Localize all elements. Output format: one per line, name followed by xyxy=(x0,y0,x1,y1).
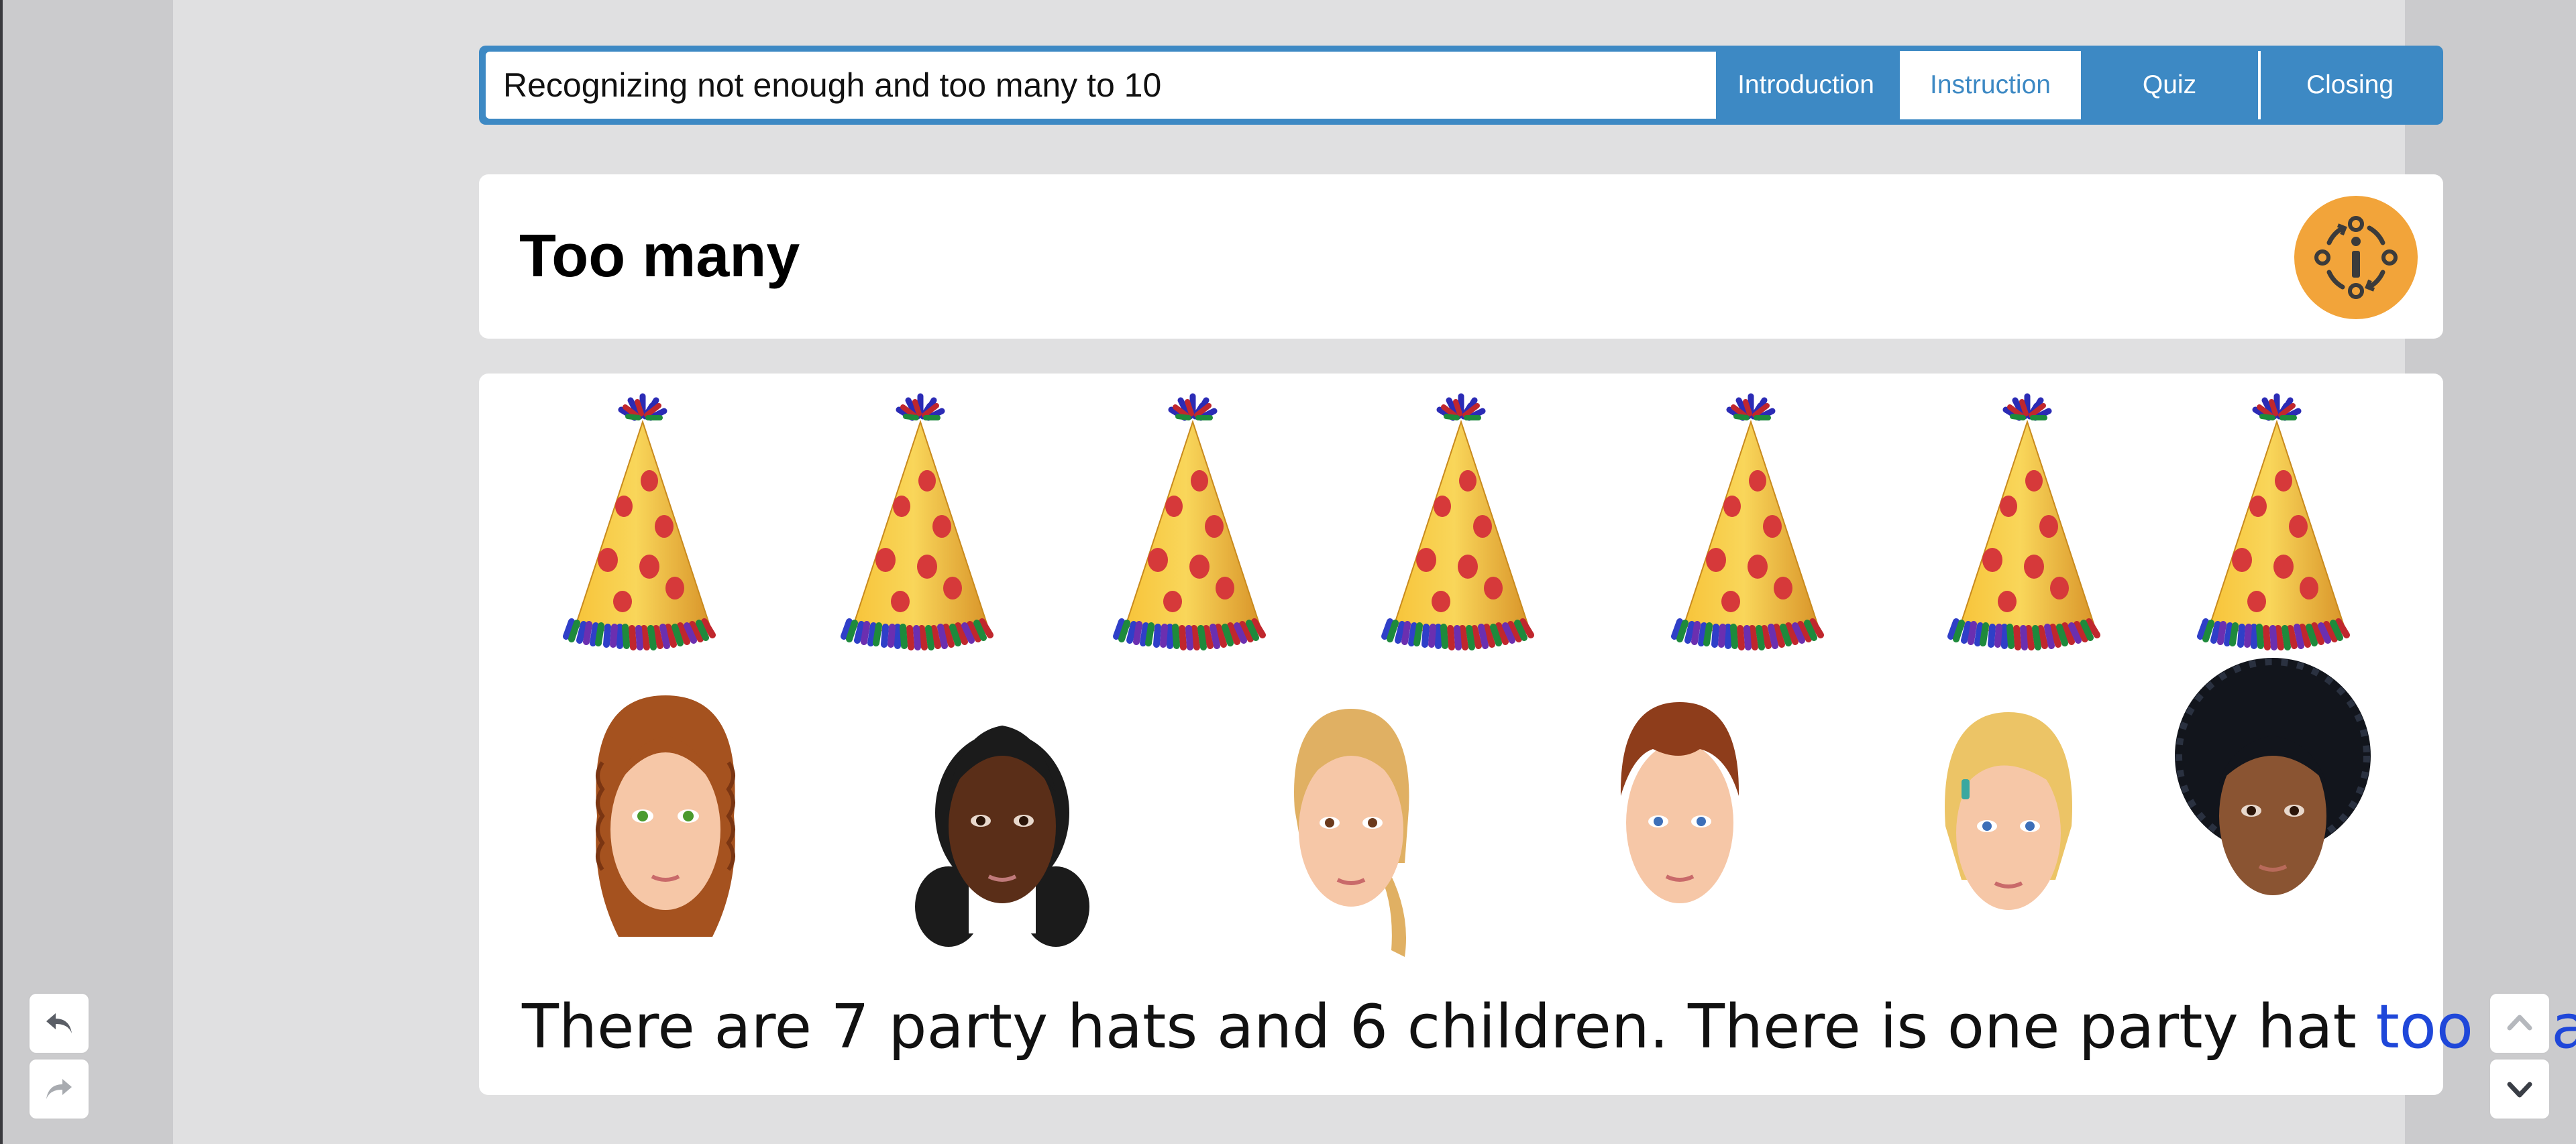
redo-icon xyxy=(46,1079,72,1099)
scroll-down-button[interactable] xyxy=(2489,1058,2551,1120)
undo-icon xyxy=(46,1013,72,1033)
party-hat xyxy=(557,387,724,655)
lesson-navbar: Recognizing not enough and too many to 1… xyxy=(479,46,2443,125)
lesson-sentence: There are 7 party hats and 6 children. T… xyxy=(522,990,2576,1064)
tab-closing[interactable]: Closing xyxy=(2261,51,2439,119)
child-face xyxy=(2175,658,2371,895)
info-button[interactable] xyxy=(2294,196,2418,319)
undo-button[interactable] xyxy=(28,992,90,1054)
party-hat xyxy=(1665,387,1833,655)
left-gutter xyxy=(0,0,173,1144)
tab-quiz[interactable]: Quiz xyxy=(2081,51,2258,119)
child-face xyxy=(1620,702,1739,903)
redo-button[interactable] xyxy=(28,1058,90,1120)
section-header: Too many xyxy=(479,174,2443,339)
child-face xyxy=(1945,712,2072,910)
party-hat xyxy=(2191,387,2359,655)
tab-instruction[interactable]: Instruction xyxy=(1900,51,2081,119)
child-face xyxy=(1293,709,1409,957)
lesson-stage: Recognizing not enough and too many to 1… xyxy=(173,0,2576,1144)
child-face xyxy=(596,695,735,937)
chevron-up-icon xyxy=(2507,1015,2532,1031)
party-hat xyxy=(835,387,1002,655)
party-hat xyxy=(1941,387,2109,655)
child-face xyxy=(915,726,1089,947)
tab-introduction[interactable]: Introduction xyxy=(1716,51,1896,119)
party-hat xyxy=(1375,387,1543,655)
scroll-up-button[interactable] xyxy=(2489,992,2551,1054)
lesson-title: Recognizing not enough and too many to 1… xyxy=(486,52,1716,119)
party-hat xyxy=(1107,387,1275,655)
info-cycle-icon xyxy=(2314,216,2398,299)
sentence-text: There are 7 party hats and 6 children. T… xyxy=(522,992,2376,1062)
lesson-content: There are 7 party hats and 6 children. T… xyxy=(479,374,2576,1095)
page-title: Too many xyxy=(519,223,800,290)
chevron-down-icon xyxy=(2507,1082,2532,1098)
